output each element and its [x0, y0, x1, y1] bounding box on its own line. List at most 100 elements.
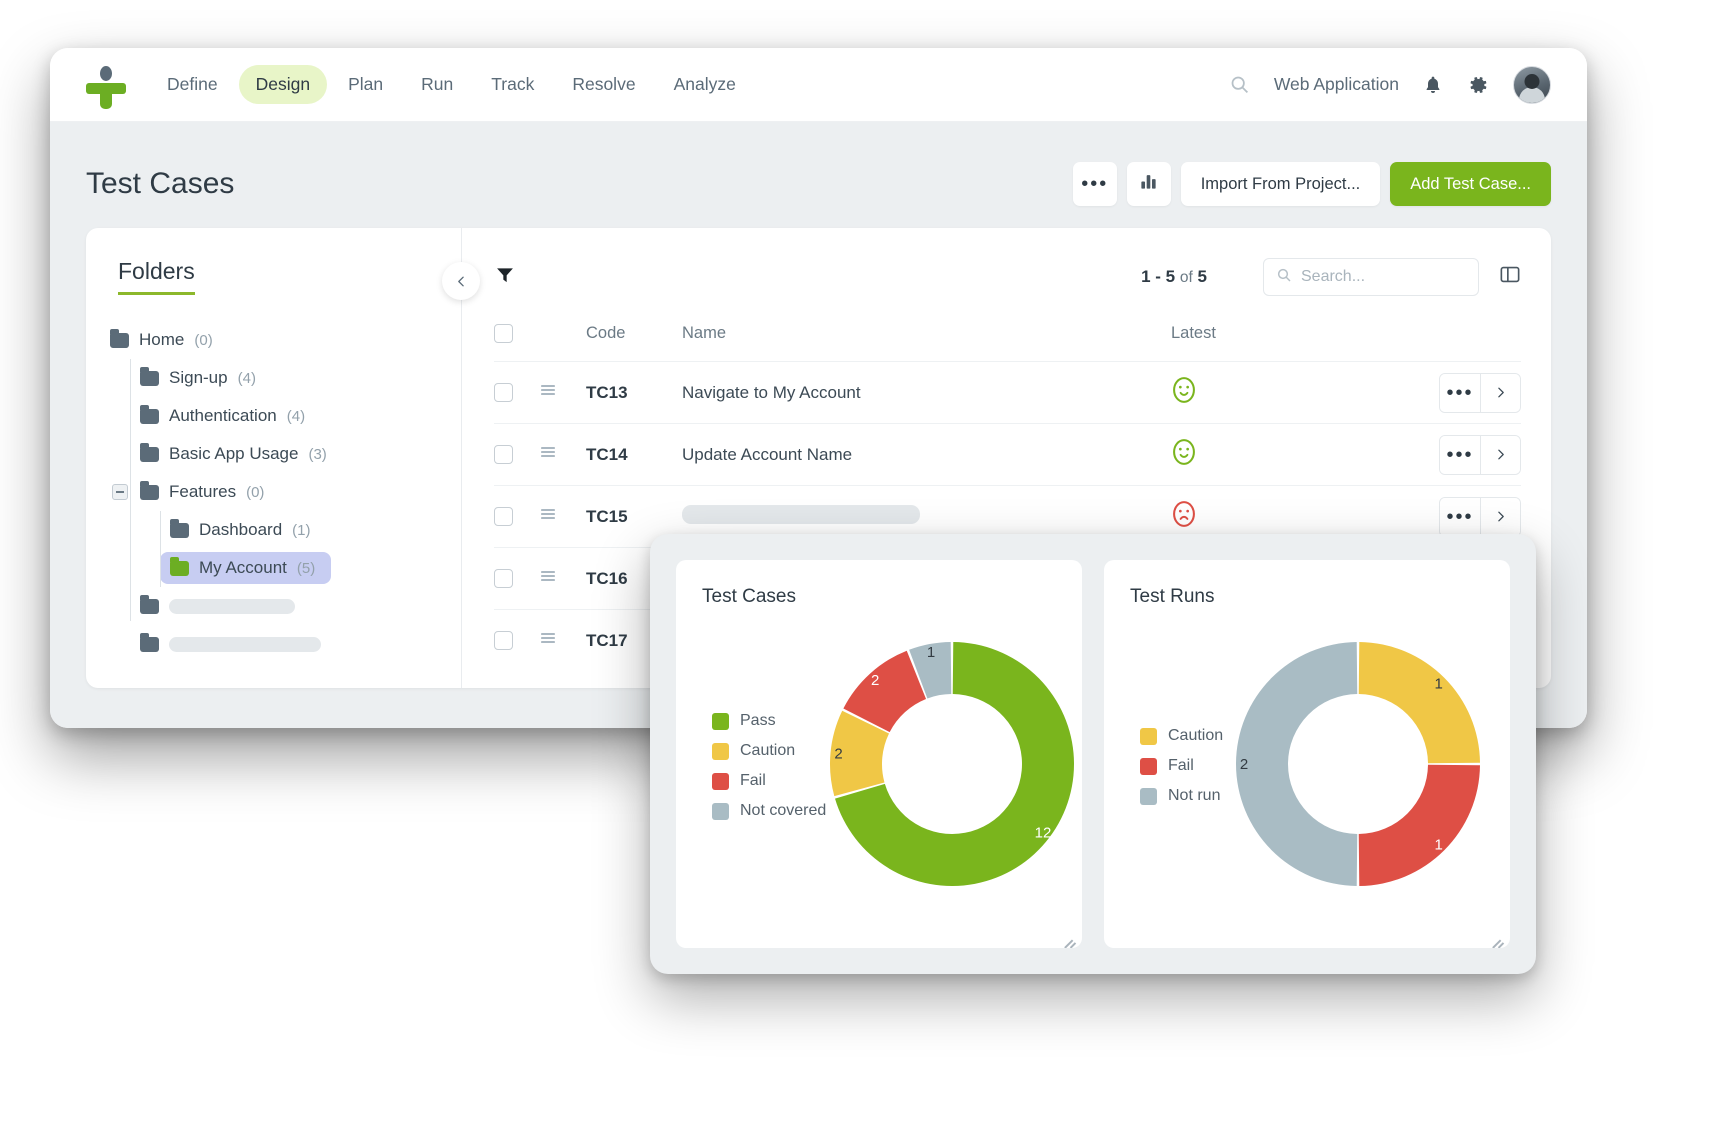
row-more-label: ••• [1446, 505, 1474, 528]
th-code[interactable]: Code [586, 316, 682, 362]
row-more-button[interactable]: ••• [1440, 373, 1480, 412]
row-checkbox[interactable] [494, 569, 513, 588]
th-select [494, 316, 540, 362]
status-badge [1171, 501, 1197, 532]
folder-item-placeholder[interactable] [86, 587, 461, 625]
folder-collapse-toggle[interactable] [112, 484, 128, 500]
nav-item-resolve[interactable]: Resolve [555, 65, 652, 104]
folder-item-pill: Sign-up (4) [130, 362, 272, 394]
table-row[interactable]: TC13 Navigate to My Account ••• [494, 361, 1521, 424]
legend-item[interactable]: Caution [1140, 727, 1223, 745]
th-latest[interactable]: Latest [1171, 316, 1371, 362]
search-input-wrapper[interactable] [1263, 258, 1479, 296]
page-title: Test Cases [86, 167, 235, 200]
avatar[interactable] [1513, 65, 1551, 104]
table-header-row: Code Name Latest [494, 316, 1521, 362]
project-name[interactable]: Web Application [1274, 74, 1399, 95]
row-open-button[interactable] [1480, 373, 1520, 412]
folder-item-home[interactable]: Home (0) [86, 321, 461, 359]
folder-item-sign-up[interactable]: Sign-up (4) [86, 359, 461, 397]
test-cases-donut-svg: 12 2 2 1 [830, 641, 1075, 886]
legend-item[interactable]: Fail [1140, 757, 1223, 775]
legend-swatch [1140, 727, 1157, 745]
donut-slice-label: 2 [835, 745, 843, 762]
testmonitor-logo[interactable] [82, 62, 128, 109]
more-options-button[interactable]: ••• [1072, 162, 1117, 206]
folder-icon [170, 518, 189, 538]
columns-toggle-icon[interactable] [1499, 265, 1521, 289]
row-action-group: ••• [1439, 372, 1521, 413]
legend-item[interactable]: Caution [712, 742, 826, 760]
add-test-case-button[interactable]: Add Test Case... [1390, 162, 1551, 206]
select-all-checkbox[interactable] [494, 324, 513, 343]
drag-handle-icon[interactable] [540, 569, 556, 588]
more-options-label: ••• [1081, 173, 1109, 195]
logo-dot [100, 65, 112, 81]
drag-handle-icon[interactable] [540, 507, 556, 526]
folder-item-authentication[interactable]: Authentication (4) [86, 397, 461, 435]
folder-item-placeholder[interactable] [86, 625, 461, 663]
cell-latest [1171, 423, 1371, 486]
nav-item-track[interactable]: Track [474, 65, 551, 104]
donut-slice-label: 2 [871, 671, 879, 688]
nav-item-run[interactable]: Run [404, 65, 470, 104]
row-open-button[interactable] [1480, 497, 1520, 536]
drag-handle-icon[interactable] [540, 383, 556, 402]
legend-item[interactable]: Fail [712, 772, 826, 790]
row-more-button[interactable]: ••• [1440, 497, 1480, 536]
cell-actions: ••• [1371, 423, 1521, 486]
nav-item-define[interactable]: Define [150, 65, 235, 104]
donut-slice[interactable] [1358, 641, 1480, 763]
nav-item-design[interactable]: Design [238, 65, 328, 104]
collapse-sidebar-button[interactable] [442, 262, 480, 300]
table-row[interactable]: TC14 Update Account Name ••• [494, 423, 1521, 486]
th-name[interactable]: Name [682, 316, 1171, 362]
test-cases-donut[interactable]: 12 2 2 1 [826, 638, 1078, 895]
folder-item-features[interactable]: Features (0) [86, 473, 461, 511]
folder-icon [140, 442, 159, 462]
legend-label: Caution [1168, 727, 1224, 744]
test-cases-chart-title: Test Cases [702, 586, 796, 607]
legend-item[interactable]: Not covered [712, 802, 826, 820]
test-runs-resize-handle[interactable] [1490, 929, 1504, 948]
folder-item-pill: Authentication (4) [130, 400, 321, 432]
cell-drag [540, 485, 586, 548]
row-checkbox[interactable] [494, 507, 513, 526]
donut-slice[interactable] [1358, 764, 1480, 886]
chart-view-button[interactable] [1126, 162, 1171, 206]
legend-item[interactable]: Pass [712, 712, 826, 730]
row-checkbox[interactable] [494, 383, 513, 402]
donut-slice[interactable] [1236, 641, 1358, 886]
nav-item-analyze[interactable]: Analyze [657, 65, 753, 104]
search-icon[interactable] [1229, 74, 1250, 95]
test-cases-resize-handle[interactable] [1062, 929, 1076, 948]
drag-handle-icon[interactable] [540, 445, 556, 464]
drag-handle-icon[interactable] [540, 631, 556, 650]
row-more-button[interactable]: ••• [1440, 435, 1480, 474]
folder-item-my-account[interactable]: My Account (5) [86, 549, 461, 587]
bell-icon[interactable] [1423, 74, 1443, 96]
row-checkbox[interactable] [494, 445, 513, 464]
test-case-name: Update Account Name [682, 444, 853, 464]
filter-funnel-icon[interactable] [494, 265, 516, 290]
row-open-button[interactable] [1480, 435, 1520, 474]
folder-item-count: (0) [246, 483, 265, 501]
import-from-project-button[interactable]: Import From Project... [1180, 162, 1381, 206]
row-checkbox[interactable] [494, 631, 513, 651]
row-actions: ••• [1371, 372, 1521, 413]
folder-item-basic-app-usage[interactable]: Basic App Usage (3) [86, 435, 461, 473]
test-case-name: Navigate to My Account [682, 382, 861, 402]
donut-slice-label: 1 [1434, 675, 1442, 692]
nav-item-plan[interactable]: Plan [331, 65, 400, 104]
legend-item[interactable]: Not run [1140, 787, 1223, 805]
folder-item-label: Authentication [169, 406, 277, 425]
search-input[interactable] [1301, 268, 1466, 286]
legend-swatch [712, 742, 729, 760]
folder-icon [140, 632, 159, 652]
folder-item-count: (5) [296, 559, 316, 577]
cell-name: Navigate to My Account [682, 361, 1171, 424]
test-runs-donut[interactable]: 1 1 2 [1232, 638, 1484, 895]
folder-item-dashboard[interactable]: Dashboard (1) [86, 511, 461, 549]
folder-item-pill: Dashboard (1) [160, 514, 327, 546]
gear-icon[interactable] [1467, 74, 1489, 96]
